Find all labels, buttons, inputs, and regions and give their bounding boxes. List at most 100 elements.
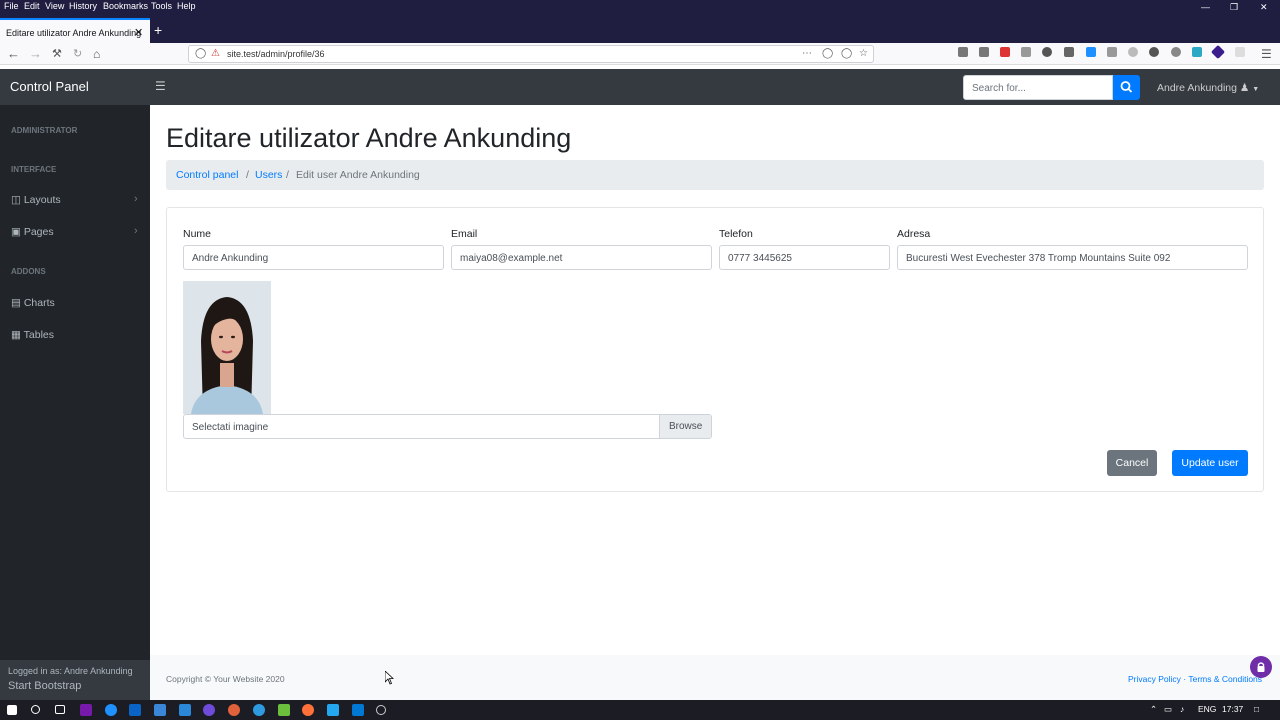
edge-icon[interactable]: [105, 704, 117, 716]
brand[interactable]: Control Panel: [10, 79, 89, 94]
insecure-lock-icon[interactable]: ⚠: [211, 48, 220, 59]
email-field[interactable]: maiya08@example.net: [451, 245, 712, 270]
url-bar[interactable]: ◯ ⚠ site.test/admin/profile/36 ⋯ ◯ ◯ ☆: [188, 45, 874, 63]
sidebar-toggle-icon[interactable]: ☰: [155, 79, 166, 93]
extension-globe-icon[interactable]: [1171, 47, 1181, 57]
extension-scan-icon[interactable]: [1192, 47, 1202, 57]
bookmark-star-icon[interactable]: ☆: [859, 48, 868, 59]
vscode-active-icon[interactable]: [327, 704, 339, 716]
outlook-icon[interactable]: [129, 704, 141, 716]
os-taskbar: ⌃ ▭ ♪ ENG 17:37 □: [0, 700, 1280, 720]
minimize-icon[interactable]: —: [1201, 2, 1210, 12]
sidebar-item-pages[interactable]: ▣ Pages ›: [11, 225, 141, 238]
email-label: Email: [451, 228, 478, 240]
extension-grey-icon[interactable]: [1107, 47, 1117, 57]
sidebar-icon[interactable]: [979, 47, 989, 57]
mouse-cursor-icon: [385, 671, 394, 685]
address-field[interactable]: Bucuresti West Evechester 378 Tromp Moun…: [897, 245, 1248, 270]
chevron-right-icon: ›: [134, 193, 138, 205]
user-dropdown[interactable]: Andre Ankunding ♟ ▼: [1157, 82, 1259, 94]
chart-area-icon: ▤: [11, 297, 21, 309]
bulb-icon[interactable]: ◯: [822, 48, 833, 59]
clock-time[interactable]: 17:37: [1222, 704, 1243, 714]
library-icon[interactable]: [958, 47, 968, 57]
todo-icon[interactable]: [179, 704, 191, 716]
taskbar-search-icon[interactable]: [31, 705, 40, 714]
tab-close-icon[interactable]: ✕: [134, 26, 143, 39]
name-label: Nume: [183, 228, 212, 240]
extension-circle-icon[interactable]: [1042, 47, 1052, 57]
page-actions-icon[interactable]: ⋯: [802, 48, 812, 59]
window-close-icon[interactable]: ✕: [1260, 2, 1268, 13]
sidebar-footer-brand: Start Bootstrap: [8, 680, 82, 692]
table-icon: ▦: [11, 329, 21, 341]
extension-diamond-icon[interactable]: [1210, 44, 1226, 60]
breadcrumb-users-link[interactable]: Users: [255, 169, 282, 181]
hamburger-menu-icon[interactable]: ☰: [1261, 46, 1272, 62]
extension-sync-icon[interactable]: [1149, 47, 1159, 57]
pocket-icon[interactable]: ◯: [841, 48, 852, 59]
language-indicator[interactable]: ENG: [1198, 704, 1216, 714]
notifications-icon[interactable]: □: [1254, 704, 1259, 714]
explorer-icon[interactable]: [154, 704, 166, 716]
browser-tabstrip: Editare utilizator Andre Ankunding ✕ +: [0, 14, 1280, 43]
extension-v-icon[interactable]: [1021, 47, 1031, 57]
extension-dot-icon[interactable]: [1128, 47, 1138, 57]
sidebar-item-charts[interactable]: ▤ Charts: [11, 297, 141, 309]
task-view-icon[interactable]: [55, 705, 65, 714]
cancel-button[interactable]: Cancel: [1107, 450, 1157, 476]
extension-blank-icon[interactable]: [1235, 47, 1245, 57]
windows-start-icon[interactable]: [7, 705, 17, 715]
sidebar-item-tables[interactable]: ▦ Tables: [11, 329, 141, 341]
loading-icon: ↻: [73, 48, 83, 60]
app-topnav: Control Panel ☰ Search for... Andre Anku…: [0, 69, 1280, 105]
menu-help[interactable]: Help: [177, 1, 196, 11]
address-label: Adresa: [897, 228, 931, 240]
sidebar-item-layouts[interactable]: ◫ Layouts ›: [11, 193, 141, 206]
privacy-policy-link[interactable]: Privacy Policy: [1128, 674, 1181, 684]
forward-icon[interactable]: →: [29, 46, 42, 62]
update-user-button[interactable]: Update user: [1172, 450, 1248, 476]
back-icon[interactable]: ←: [7, 46, 20, 62]
app-blue-icon[interactable]: [253, 704, 265, 716]
shield-icon[interactable]: ◯: [195, 48, 206, 59]
sidebar-item-label: Tables: [23, 329, 55, 341]
chevron-right-icon: ›: [134, 225, 138, 237]
home-icon[interactable]: ⌂: [93, 46, 100, 62]
restore-icon[interactable]: ❐: [1230, 2, 1238, 13]
search-button[interactable]: [1113, 75, 1140, 100]
tray-chevron-icon[interactable]: ⌃: [1150, 704, 1157, 715]
menu-edit[interactable]: Edit: [24, 1, 40, 11]
extension-red-icon[interactable]: [1000, 47, 1010, 57]
image-file-input[interactable]: Selectati imagine Browse: [183, 414, 712, 439]
portrait-image: [183, 281, 271, 414]
copyright-text: Copyright © Your Website 2020: [166, 674, 285, 684]
new-tab-icon[interactable]: +: [154, 22, 162, 38]
search-input[interactable]: Search for...: [963, 75, 1113, 100]
lock-badge-button[interactable]: [1250, 656, 1272, 678]
app-orange-icon[interactable]: [228, 704, 240, 716]
app-purple-icon[interactable]: [203, 704, 215, 716]
menu-file[interactable]: File: [4, 1, 19, 11]
phone-field[interactable]: 0777 3445625: [719, 245, 890, 270]
network-icon[interactable]: ▭: [1164, 704, 1172, 715]
file-placeholder: Selectati imagine: [192, 422, 269, 433]
onenote-icon[interactable]: [80, 704, 92, 716]
name-field[interactable]: Andre Ankunding: [183, 245, 444, 270]
menu-bookmarks[interactable]: Bookmarks: [103, 1, 148, 11]
vscode-icon[interactable]: [352, 704, 364, 716]
clock-app-icon[interactable]: [376, 705, 386, 715]
extension-badge-icon[interactable]: [1086, 47, 1096, 57]
browser-tab[interactable]: Editare utilizator Andre Ankunding ✕: [0, 18, 150, 43]
firefox-icon[interactable]: [302, 704, 314, 716]
app-green-icon[interactable]: [278, 704, 290, 716]
url-text[interactable]: site.test/admin/profile/36: [227, 49, 325, 59]
menu-view[interactable]: View: [45, 1, 64, 11]
volume-icon[interactable]: ♪: [1180, 704, 1184, 714]
wrench-icon[interactable]: ⚒: [52, 46, 62, 62]
menu-tools[interactable]: Tools: [151, 1, 172, 11]
extension-pen-icon[interactable]: [1064, 47, 1074, 57]
menu-history[interactable]: History: [69, 1, 97, 11]
browse-button[interactable]: Browse: [659, 415, 711, 438]
breadcrumb-home-link[interactable]: Control panel: [176, 169, 238, 181]
